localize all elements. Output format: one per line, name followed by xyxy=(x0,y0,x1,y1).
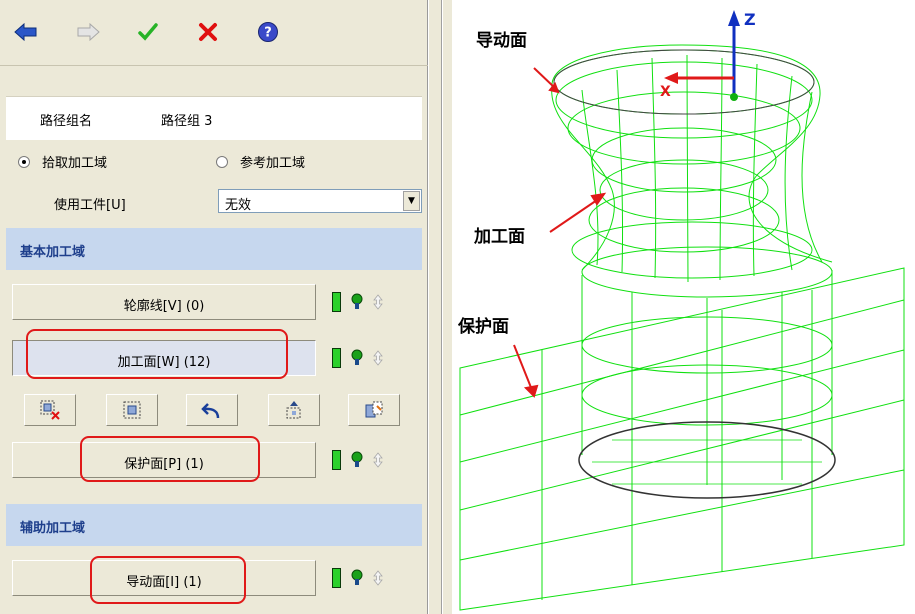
protect-indicators xyxy=(332,450,383,470)
status-indicator xyxy=(332,292,341,312)
back-arrow-icon xyxy=(14,23,37,41)
help-button[interactable]: ? xyxy=(254,18,282,46)
protect-plane xyxy=(459,267,905,611)
flip-icon xyxy=(286,401,301,419)
status-indicator xyxy=(332,348,341,368)
remove-selection-button[interactable] xyxy=(24,394,76,426)
guide-surface-outline xyxy=(553,49,815,115)
close-icon xyxy=(199,23,217,41)
remove-selection-icon xyxy=(40,400,60,420)
highlight-guide xyxy=(90,556,246,604)
panel-splitter[interactable] xyxy=(428,0,452,614)
toolbar: ? xyxy=(0,0,428,66)
pick-domain-radio[interactable]: 拾取加工域 xyxy=(18,152,107,171)
check-icon xyxy=(138,23,158,41)
status-indicator xyxy=(332,450,341,470)
domain-radio-row: 拾取加工域 参考加工域 xyxy=(6,145,422,175)
aux-domain-title: 辅助加工域 xyxy=(20,521,86,536)
cancel-button[interactable] xyxy=(194,18,222,46)
forward-button[interactable] xyxy=(74,18,102,46)
select-button[interactable] xyxy=(106,394,158,426)
contour-button-label: 轮廓线[V] (0) xyxy=(123,299,205,314)
workpiece-row: 使用工件[U] 无效 ▼ xyxy=(6,187,422,217)
basic-domain-header: 基本加工域 xyxy=(6,228,422,270)
3d-viewport[interactable]: 导动面 加工面 保护面 Z X xyxy=(452,0,915,614)
basic-domain-title: 基本加工域 xyxy=(20,245,86,260)
workpiece-value: 无效 xyxy=(225,198,252,213)
highlight-protect xyxy=(80,436,260,482)
back-button[interactable] xyxy=(12,18,40,46)
guide-surface-annotation: 导动面 xyxy=(476,31,527,51)
path-group-row: 路径组名 路径组 3 xyxy=(6,96,422,140)
reference-domain-label: 参考加工域 xyxy=(240,156,306,171)
svg-text:?: ? xyxy=(264,26,272,41)
machining-surface-head xyxy=(551,44,833,283)
bulb-icon[interactable] xyxy=(351,569,363,587)
aux-domain-header: 辅助加工域 xyxy=(6,504,422,546)
properties-icon xyxy=(365,401,383,418)
protect-surface-annotation: 保护面 xyxy=(458,317,509,337)
coordinate-axes xyxy=(664,10,740,101)
wireframe-scene xyxy=(459,10,905,611)
bulb-icon[interactable] xyxy=(351,293,363,311)
undo-icon xyxy=(201,403,220,419)
annotation-arrows xyxy=(513,67,607,398)
highlight-machining xyxy=(26,329,288,379)
forward-arrow-icon xyxy=(77,23,100,41)
flip-button[interactable] xyxy=(268,394,320,426)
pick-domain-label: 拾取加工域 xyxy=(42,156,108,171)
machining-surface-annotation: 加工面 xyxy=(474,227,525,247)
up-down-arrow-icon[interactable] xyxy=(373,452,383,468)
up-down-arrow-icon[interactable] xyxy=(373,350,383,366)
workpiece-select[interactable]: 无效 ▼ xyxy=(218,189,422,213)
z-axis-label: Z xyxy=(744,10,756,29)
contour-indicators xyxy=(332,292,383,312)
path-group-value[interactable]: 路径组 3 xyxy=(161,110,212,129)
bulb-icon[interactable] xyxy=(351,451,363,469)
machining-indicators xyxy=(332,348,383,368)
undo-button[interactable] xyxy=(186,394,238,426)
properties-button[interactable] xyxy=(348,394,400,426)
bulb-icon[interactable] xyxy=(351,349,363,367)
radio-dot xyxy=(18,155,30,168)
x-axis-label: X xyxy=(660,84,671,100)
path-group-label: 路径组名 xyxy=(40,114,93,129)
reference-domain-radio[interactable]: 参考加工域 xyxy=(216,152,305,171)
chevron-down-icon[interactable]: ▼ xyxy=(403,191,420,211)
status-indicator xyxy=(332,568,341,588)
up-down-arrow-icon[interactable] xyxy=(373,570,383,586)
cylinder xyxy=(581,246,833,485)
contour-button[interactable]: 轮廓线[V] (0) xyxy=(12,284,316,320)
select-icon xyxy=(123,401,141,419)
up-down-arrow-icon[interactable] xyxy=(373,294,383,310)
machining-domain-panel: ? 路径组名 路径组 3 拾取加工域 参考加工域 使用工件[U] 无效 ▼ 基本… xyxy=(0,0,428,614)
guide-indicators xyxy=(332,568,383,588)
help-icon: ? xyxy=(258,22,278,42)
ok-button[interactable] xyxy=(134,18,162,46)
radio-dot xyxy=(216,155,228,168)
workpiece-label: 使用工件[U] xyxy=(54,198,126,213)
